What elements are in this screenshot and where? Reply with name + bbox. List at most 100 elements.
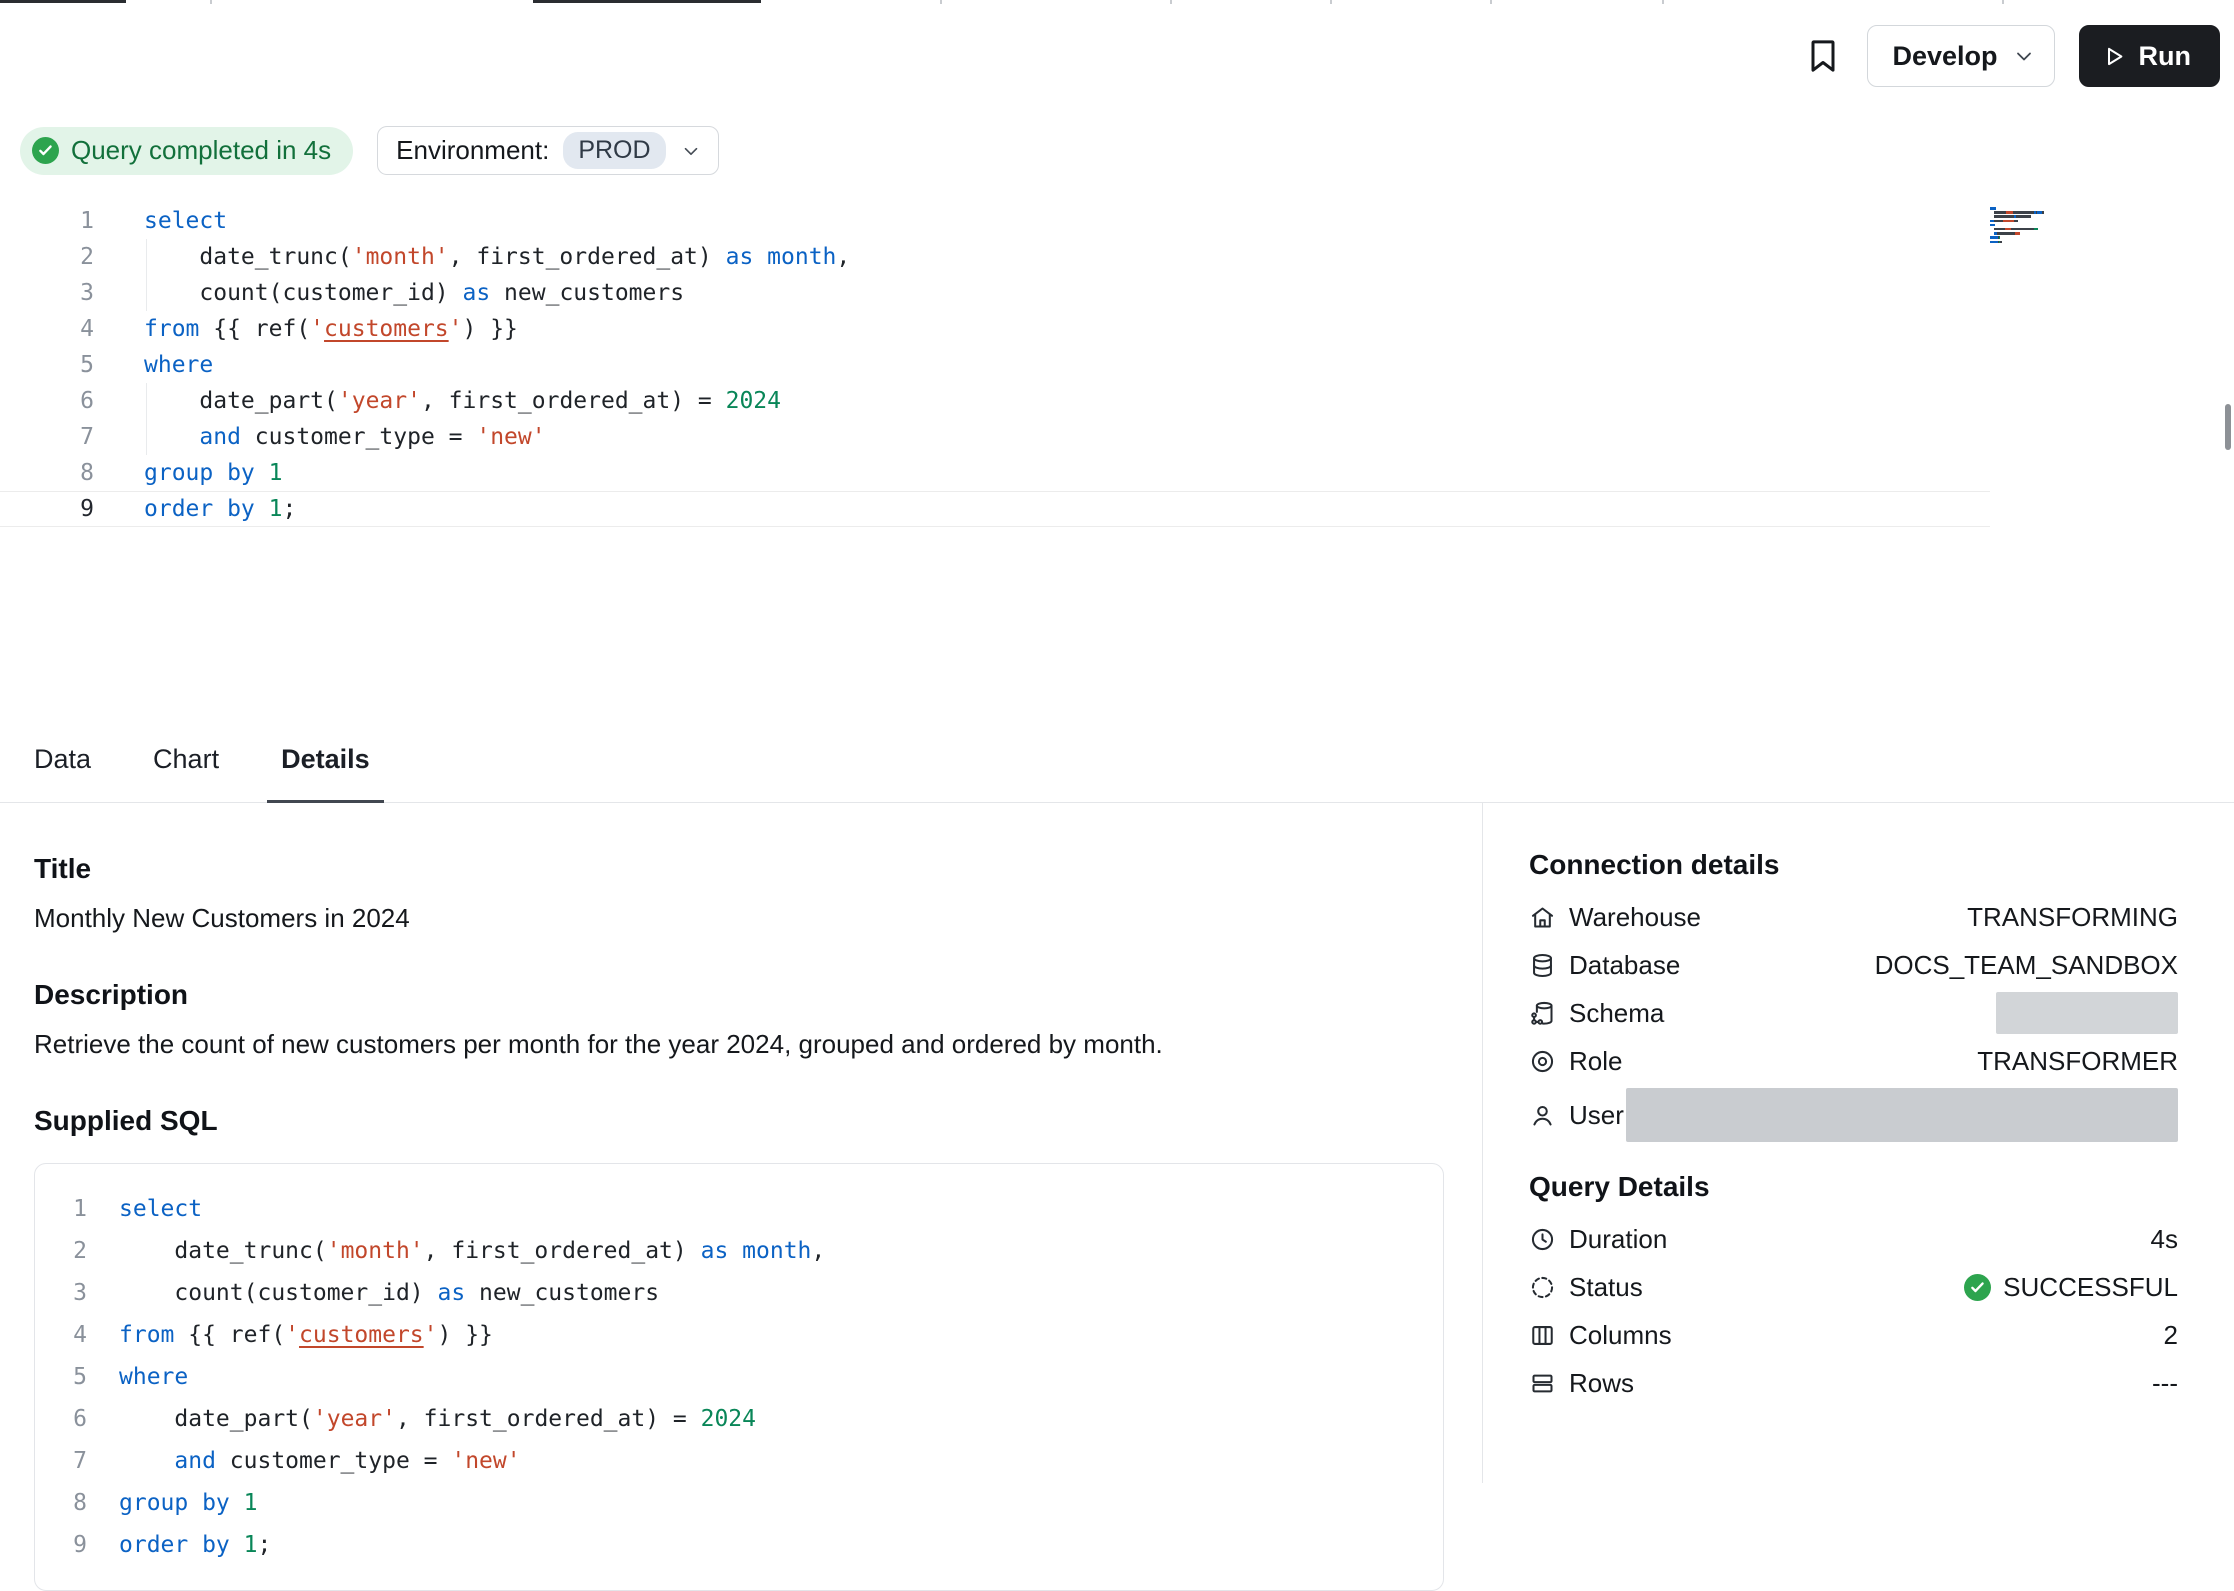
line-number: 5 bbox=[0, 347, 94, 383]
title-heading: Title bbox=[34, 853, 1444, 885]
detail-label: Database bbox=[1569, 950, 1680, 981]
environment-label: Environment: bbox=[396, 135, 549, 166]
code-line-6: 6 date_part('year', first_ordered_at) = … bbox=[0, 383, 1990, 419]
detail-value: --- bbox=[2152, 1368, 2178, 1399]
detail-label: User bbox=[1569, 1100, 1624, 1131]
tab-data[interactable]: Data bbox=[20, 719, 105, 803]
detail-label: Status bbox=[1569, 1272, 1643, 1303]
code-text: where bbox=[94, 347, 213, 383]
code-text: count(customer_id) as new_customers bbox=[87, 1272, 659, 1314]
code-text: order by 1; bbox=[87, 1524, 271, 1566]
details-panel: Title Monthly New Customers in 2024 Desc… bbox=[0, 803, 2234, 1483]
code-text: group by 1 bbox=[94, 455, 283, 491]
query-status-text: Query completed in 4s bbox=[71, 135, 331, 166]
detail-label: Warehouse bbox=[1569, 902, 1701, 933]
code-line-4: 4from {{ ref('customers') }} bbox=[35, 1314, 1443, 1356]
detail-value bbox=[1996, 992, 2178, 1034]
query-details-rows: Duration 4s Status SUCCESSFUL Columns2 Rows --… bbox=[1529, 1215, 2178, 1407]
develop-button[interactable]: Develop bbox=[1867, 25, 2054, 87]
detail-value: SUCCESSFUL bbox=[1964, 1272, 2178, 1303]
supplied-sql-card: 1select2 date_trunc('month', first_order… bbox=[34, 1163, 1444, 1591]
detail-row-warehouse: WarehouseTRANSFORMING bbox=[1529, 893, 2178, 941]
code-text: from {{ ref('customers') }} bbox=[87, 1314, 493, 1356]
schema-icon bbox=[1529, 1000, 1556, 1027]
query-status-bar: Query completed in 4s Environment: PROD bbox=[0, 126, 2234, 175]
environment-select[interactable]: Environment: PROD bbox=[377, 126, 718, 175]
sql-editor-code: 1select2 date_trunc('month', first_order… bbox=[0, 203, 2234, 527]
environment-value-badge: PROD bbox=[563, 132, 665, 169]
code-line-9: 9order by 1; bbox=[35, 1524, 1443, 1566]
line-number: 8 bbox=[35, 1482, 87, 1524]
warehouse-icon bbox=[1529, 904, 1556, 931]
code-line-7: 7 and customer_type = 'new' bbox=[0, 419, 1990, 455]
line-number: 2 bbox=[0, 239, 94, 275]
detail-row-duration: Duration 4s bbox=[1529, 1215, 2178, 1263]
line-number: 6 bbox=[35, 1398, 87, 1440]
role-icon bbox=[1529, 1048, 1556, 1075]
code-line-8: 8group by 1 bbox=[35, 1482, 1443, 1524]
run-button[interactable]: Run bbox=[2079, 25, 2220, 87]
code-line-1: 1select bbox=[0, 203, 1990, 239]
code-line-5: 5where bbox=[35, 1356, 1443, 1398]
chevron-down-icon bbox=[2012, 44, 2036, 68]
detail-row-columns: Columns2 bbox=[1529, 1311, 2178, 1359]
line-number: 2 bbox=[35, 1230, 87, 1272]
line-number: 1 bbox=[35, 1188, 87, 1230]
results-tabbar: Data Chart Details bbox=[0, 719, 2234, 803]
line-number: 7 bbox=[35, 1440, 87, 1482]
code-text: select bbox=[94, 203, 227, 239]
rows-icon bbox=[1529, 1370, 1556, 1397]
tab-chart[interactable]: Chart bbox=[139, 719, 233, 803]
description-heading: Description bbox=[34, 979, 1444, 1011]
editor-minimap[interactable] bbox=[1990, 207, 2094, 245]
supplied-sql-heading: Supplied SQL bbox=[34, 1105, 1444, 1137]
detail-value bbox=[1626, 1088, 2178, 1142]
code-line-4: 4from {{ ref('customers') }} bbox=[0, 311, 1990, 347]
code-line-7: 7 and customer_type = 'new' bbox=[35, 1440, 1443, 1482]
code-text: date_trunc('month', first_ordered_at) as… bbox=[87, 1230, 825, 1272]
indent-guide bbox=[146, 239, 147, 311]
code-line-3: 3 count(customer_id) as new_customers bbox=[0, 275, 1990, 311]
bookmark-icon[interactable] bbox=[1803, 36, 1843, 76]
code-line-9: 9order by 1; bbox=[0, 491, 1990, 527]
line-number: 4 bbox=[0, 311, 94, 347]
line-number: 9 bbox=[0, 491, 94, 527]
detail-label: Rows bbox=[1569, 1368, 1634, 1399]
line-number: 9 bbox=[35, 1524, 87, 1566]
code-line-3: 3 count(customer_id) as new_customers bbox=[35, 1272, 1443, 1314]
code-text: date_part('year', first_ordered_at) = 20… bbox=[87, 1398, 756, 1440]
detail-row-schema: Schema bbox=[1529, 989, 2178, 1037]
code-text: and customer_type = 'new' bbox=[87, 1440, 521, 1482]
redacted-value bbox=[1996, 992, 2178, 1034]
connection-details-heading: Connection details bbox=[1529, 849, 2178, 881]
title-value: Monthly New Customers in 2024 bbox=[34, 901, 1444, 935]
detail-row-user: User bbox=[1529, 1085, 2178, 1145]
code-line-5: 5where bbox=[0, 347, 1990, 383]
check-circle-icon bbox=[32, 137, 59, 164]
detail-value: 2 bbox=[2164, 1320, 2178, 1351]
code-text: date_part('year', first_ordered_at) = 20… bbox=[94, 383, 781, 419]
supplied-sql-code: 1select2 date_trunc('month', first_order… bbox=[35, 1188, 1443, 1566]
sql-editor[interactable]: 1select2 date_trunc('month', first_order… bbox=[0, 203, 2234, 527]
code-text: group by 1 bbox=[87, 1482, 258, 1524]
detail-row-role: Role TRANSFORMER bbox=[1529, 1037, 2178, 1085]
details-right-column: Connection details WarehouseTRANSFORMING… bbox=[1482, 803, 2234, 1483]
redacted-value bbox=[1626, 1088, 2178, 1142]
query-details-heading: Query Details bbox=[1529, 1171, 2178, 1203]
detail-label: Role bbox=[1569, 1046, 1622, 1077]
detail-label: Schema bbox=[1569, 998, 1664, 1029]
detail-label: Duration bbox=[1569, 1224, 1667, 1255]
details-left-column: Title Monthly New Customers in 2024 Desc… bbox=[0, 803, 1482, 1483]
top-toolbar: Develop Run bbox=[0, 0, 2234, 112]
code-text: and customer_type = 'new' bbox=[94, 419, 546, 455]
detail-value: TRANSFORMER bbox=[1977, 1046, 2178, 1077]
page-scrollbar-thumb[interactable] bbox=[2225, 404, 2231, 450]
detail-value: 4s bbox=[2151, 1224, 2178, 1255]
detail-row-database: DatabaseDOCS_TEAM_SANDBOX bbox=[1529, 941, 2178, 989]
code-text: where bbox=[87, 1356, 188, 1398]
tab-details[interactable]: Details bbox=[267, 719, 384, 803]
develop-button-label: Develop bbox=[1892, 41, 1997, 72]
connection-details-rows: WarehouseTRANSFORMINGDatabaseDOCS_TEAM_S… bbox=[1529, 893, 2178, 1145]
code-text: select bbox=[87, 1188, 202, 1230]
run-button-label: Run bbox=[2139, 41, 2191, 72]
